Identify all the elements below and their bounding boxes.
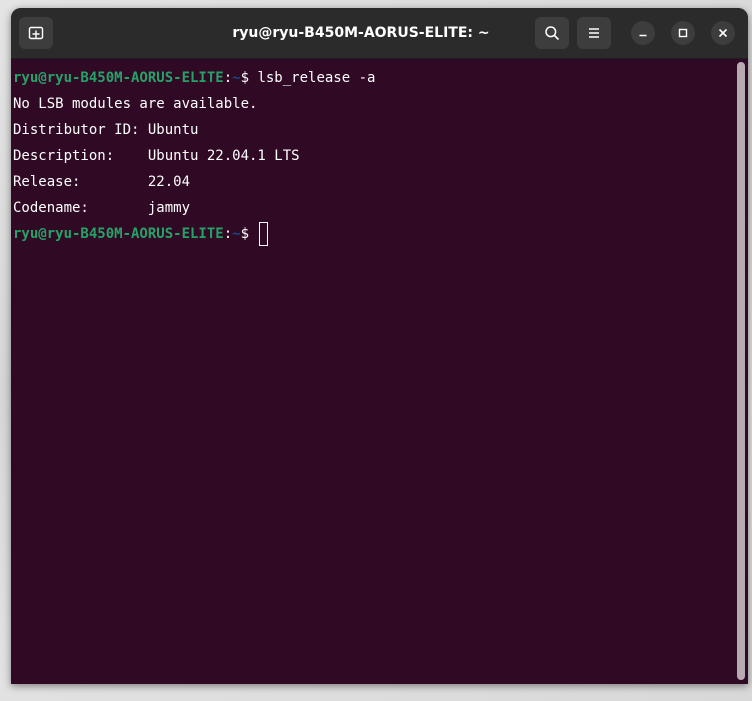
text-cursor: [259, 222, 269, 246]
terminal-output[interactable]: ryu@ryu-B450M-AORUS-ELITE:~$ lsb_release…: [13, 65, 733, 680]
output-line: Description: Ubuntu 22.04.1 LTS: [13, 148, 300, 164]
prompt-symbol: $: [240, 226, 258, 242]
terminal-window[interactable]: ryu@ryu-B450M-AORUS-ELITE: ~ ryu@ryu-B45…: [11, 8, 748, 684]
new-tab-icon: [28, 26, 44, 40]
active-prompt-line[interactable]: ryu@ryu-B450M-AORUS-ELITE:~$: [13, 221, 733, 247]
maximize-icon: [678, 28, 688, 38]
search-button[interactable]: [535, 17, 569, 49]
command-line: ryu@ryu-B450M-AORUS-ELITE:~$ lsb_release…: [13, 65, 733, 91]
prompt-colon: :: [223, 70, 233, 86]
close-icon: [718, 28, 728, 38]
search-icon: [545, 26, 560, 41]
menu-button[interactable]: [577, 17, 611, 49]
minimize-button[interactable]: [631, 21, 655, 45]
minimize-icon: [639, 34, 647, 37]
window-title: ryu@ryu-B450M-AORUS-ELITE: ~: [232, 25, 490, 41]
prompt-user-host: ryu@ryu-B450M-AORUS-ELITE: [13, 226, 224, 242]
output-line: Codename: jammy: [13, 200, 191, 216]
prompt-colon: :: [223, 226, 233, 242]
prompt-path: ~: [232, 70, 241, 86]
output-line: No LSB modules are available.: [13, 96, 258, 112]
scrollbar-thumb[interactable]: [737, 62, 745, 680]
output-line: Release: 22.04: [13, 174, 191, 190]
prompt-path: ~: [232, 226, 241, 242]
prompt-symbol: $: [240, 70, 258, 86]
maximize-button[interactable]: [671, 21, 695, 45]
close-button[interactable]: [711, 21, 735, 45]
output-line: Distributor ID: Ubuntu: [13, 122, 199, 138]
scrollbar-track[interactable]: [737, 62, 745, 680]
hamburger-menu-icon: [589, 28, 599, 38]
command-text: lsb_release -a: [257, 70, 376, 86]
prompt-user-host: ryu@ryu-B450M-AORUS-ELITE: [13, 70, 224, 86]
title-bar[interactable]: ryu@ryu-B450M-AORUS-ELITE: ~: [11, 8, 748, 59]
new-tab-button[interactable]: [19, 17, 53, 49]
